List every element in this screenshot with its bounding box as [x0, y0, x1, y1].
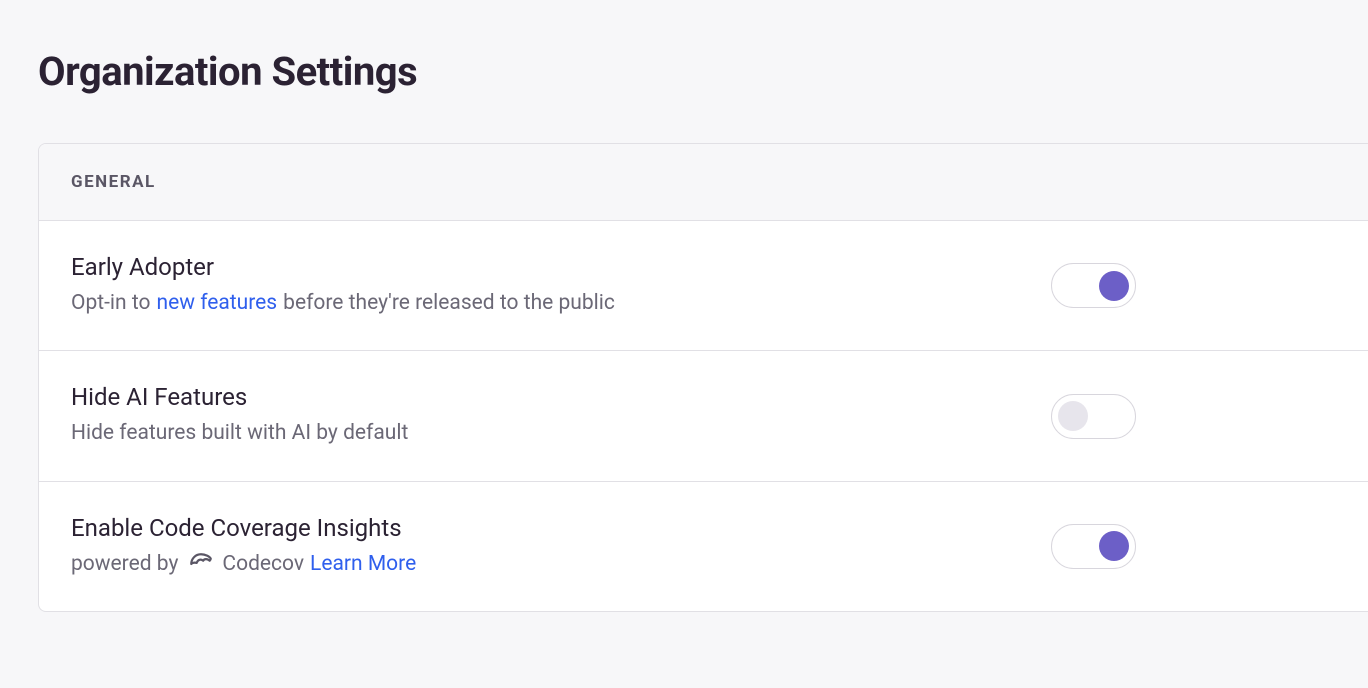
page-title: Organization Settings [0, 0, 1368, 95]
code-coverage-toggle[interactable] [1051, 524, 1136, 569]
toggle-knob [1099, 531, 1129, 561]
setting-text: Hide AI Features Hide features built wit… [71, 383, 1051, 448]
new-features-link[interactable]: new features [156, 289, 277, 318]
setting-desc-suffix: before they're released to the public [283, 289, 615, 318]
early-adopter-toggle[interactable] [1051, 263, 1136, 308]
panel-header: General [39, 144, 1368, 221]
setting-desc-prefix: Opt-in to [71, 289, 150, 318]
toggle-knob [1058, 401, 1088, 431]
codecov-icon [188, 551, 214, 577]
setting-title: Early Adopter [71, 253, 1051, 281]
setting-description: Opt-in to new features before they're re… [71, 289, 1051, 318]
setting-description: powered by Codecov Learn More [71, 550, 1051, 579]
toggle-knob [1099, 271, 1129, 301]
setting-description: Hide features built with AI by default [71, 419, 1051, 448]
codecov-brand: Codecov [222, 550, 304, 579]
learn-more-link[interactable]: Learn More [310, 550, 416, 579]
setting-title: Enable Code Coverage Insights [71, 514, 1051, 542]
hide-ai-toggle[interactable] [1051, 394, 1136, 439]
setting-text: Enable Code Coverage Insights powered by… [71, 514, 1051, 579]
setting-title: Hide AI Features [71, 383, 1051, 411]
setting-desc-prefix: powered by [71, 550, 178, 579]
setting-row-hide-ai: Hide AI Features Hide features built wit… [39, 351, 1368, 481]
settings-panel: General Early Adopter Opt-in to new feat… [38, 143, 1368, 612]
setting-desc-prefix: Hide features built with AI by default [71, 419, 408, 448]
setting-row-code-coverage: Enable Code Coverage Insights powered by… [39, 482, 1368, 611]
setting-text: Early Adopter Opt-in to new features bef… [71, 253, 1051, 318]
setting-row-early-adopter: Early Adopter Opt-in to new features bef… [39, 221, 1368, 351]
panel-header-title: General [71, 172, 1336, 192]
